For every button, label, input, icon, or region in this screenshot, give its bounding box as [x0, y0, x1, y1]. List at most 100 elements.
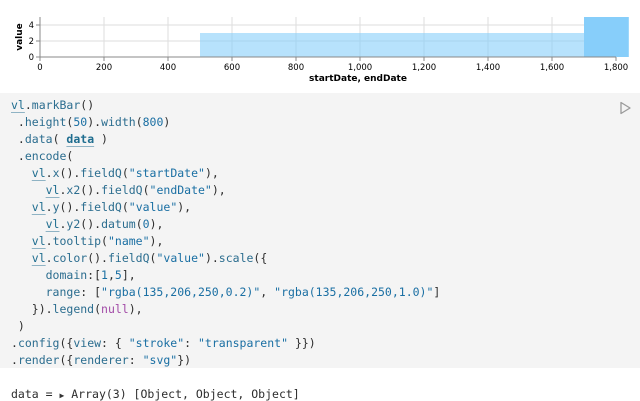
code-punctuation: .	[45, 166, 53, 180]
y-tick-label: 4	[29, 21, 34, 31]
code-line[interactable]: vl.color().fieldQ("value").scale({	[11, 250, 268, 267]
triangle-right-icon[interactable]: ▶	[59, 391, 64, 400]
bar[interactable]	[200, 33, 584, 57]
code-punctuation: ({	[253, 251, 268, 265]
code-punctuation: .	[24, 98, 32, 112]
bar[interactable]	[584, 17, 629, 57]
code-token-meth: y	[52, 200, 60, 214]
code-token-var[interactable]: vl	[32, 200, 46, 214]
code-token-var[interactable]: vl	[11, 98, 25, 112]
code-token-meth: y2	[66, 217, 81, 231]
code-punctuation: ({	[59, 353, 74, 367]
code-line[interactable]: )	[11, 318, 25, 335]
code-token-prop: range	[45, 285, 81, 299]
code-punctuation: .	[45, 234, 53, 248]
code-punctuation: }})	[288, 336, 316, 350]
code-punctuation	[11, 234, 32, 248]
code-token-num: 50	[73, 115, 88, 129]
output-variable-name: data	[11, 387, 39, 401]
x-tick-label: 800	[288, 63, 304, 73]
code-punctuation: .	[11, 149, 25, 163]
code-token-meth: fieldQ	[107, 251, 150, 265]
output-value-summary[interactable]: Array(3) [Object, Object, Object]	[71, 387, 299, 401]
y-tick-label: 0	[29, 53, 34, 63]
code-punctuation: ().	[80, 217, 102, 231]
code-line[interactable]: range: ["rgba(135,206,250,0.2)", "rgba(1…	[11, 284, 441, 301]
code-token-meth: datum	[101, 217, 136, 231]
code-token-meth: fieldQ	[101, 183, 143, 197]
code-line[interactable]: vl.x2().fieldQ("endDate"),	[11, 182, 226, 199]
code-punctuation: ().	[80, 183, 102, 197]
code-token-meth: x2	[66, 183, 81, 197]
code-punctuation	[11, 268, 46, 282]
bar-chart[interactable]: 0 200 400 600 800 1,000 1,200 1,400 1,600 1,800 0 2…	[0, 0, 640, 92]
code-punctuation: .	[11, 115, 25, 129]
code-token-str: "value"	[128, 200, 178, 214]
code-line[interactable]: .render({renderer: "svg"})	[11, 352, 191, 369]
x-tick-label: 400	[160, 63, 176, 73]
code-punctuation	[11, 251, 32, 265]
code-token-var[interactable]: vl	[46, 183, 60, 197]
code-line[interactable]: }).legend(null),	[11, 301, 143, 318]
code-punctuation: : [	[80, 285, 102, 299]
y-tick-label: 2	[29, 37, 34, 47]
x-tick-label: 1,200	[412, 63, 436, 73]
code-token-var[interactable]: vl	[46, 217, 60, 231]
code-token-str: "transparent"	[198, 336, 289, 350]
code-line[interactable]: vl.markBar()	[11, 97, 94, 114]
code-token-meth: color	[52, 251, 88, 265]
code-punctuation: .	[11, 336, 18, 350]
code-token-num: 0	[142, 217, 150, 231]
code-line[interactable]: vl.y().fieldQ("value"),	[11, 199, 191, 216]
code-token-prop: domain	[45, 268, 88, 282]
code-token-meth: fieldQ	[80, 200, 122, 214]
code-token-num: 1	[101, 268, 108, 282]
code-punctuation: .	[11, 132, 25, 146]
code-punctuation: })	[177, 353, 192, 367]
code-line[interactable]: .height(50).width(800)	[11, 114, 170, 131]
code-token-meth: tooltip	[52, 234, 102, 248]
code-line[interactable]: .encode(	[11, 148, 73, 165]
code-punctuation: ),	[128, 302, 143, 316]
code-token-str: "startDate"	[128, 166, 205, 180]
code-punctuation: (	[142, 183, 150, 197]
code-token-str: "stroke"	[128, 336, 185, 350]
code-punctuation: ),	[177, 200, 192, 214]
code-token-str: "name"	[107, 234, 150, 248]
code-punctuation: (	[66, 149, 74, 163]
code-token-var[interactable]: vl	[32, 251, 46, 265]
code-punctuation: ().	[59, 166, 81, 180]
code-line[interactable]: vl.x().fieldQ("startDate"),	[11, 165, 219, 182]
output-line: data = ▶ Array(3) [Object, Object, Objec…	[11, 387, 300, 401]
code-token-meth: markBar	[31, 98, 81, 112]
code-line[interactable]: vl.y2().datum(0),	[11, 216, 164, 233]
code-punctuation: : {	[101, 336, 129, 350]
code-punctuation: :	[184, 336, 198, 350]
code-punctuation: )	[94, 132, 108, 146]
code-punctuation: )	[11, 319, 25, 333]
code-token-meth: encode	[24, 149, 67, 163]
code-punctuation: ().	[59, 200, 81, 214]
code-token-data[interactable]: data	[66, 132, 94, 146]
code-punctuation: ),	[149, 234, 164, 248]
code-punctuation: ).	[204, 251, 219, 265]
run-cell-button[interactable]	[618, 101, 632, 115]
output-cell: data = ▶ Array(3) [Object, Object, Objec…	[0, 378, 640, 401]
code-token-meth: render	[17, 353, 60, 367]
code-line[interactable]: vl.tooltip("name"),	[11, 233, 164, 250]
code-line[interactable]: .data( data )	[11, 131, 108, 148]
code-punctuation	[11, 200, 32, 214]
code-line[interactable]: domain:[1,5],	[11, 267, 136, 284]
x-tick-label: 1,400	[476, 63, 500, 73]
code-token-str: "rgba(135,206,250,0.2)"	[101, 285, 261, 299]
code-token-var[interactable]: vl	[32, 166, 46, 180]
code-token-str: "endDate"	[149, 183, 212, 197]
code-line[interactable]: .config({view: { "stroke": "transparent"…	[11, 335, 316, 352]
code-punctuation: ],	[121, 268, 136, 282]
code-token-var[interactable]: vl	[32, 234, 46, 248]
code-cell[interactable]: vl.markBar() .height(50).width(800) .dat…	[0, 93, 640, 368]
code-punctuation: ,	[107, 268, 115, 282]
x-axis-title: startDate, endDate	[309, 74, 407, 84]
x-tick-label: 200	[96, 63, 112, 73]
code-token-meth: scale	[218, 251, 254, 265]
